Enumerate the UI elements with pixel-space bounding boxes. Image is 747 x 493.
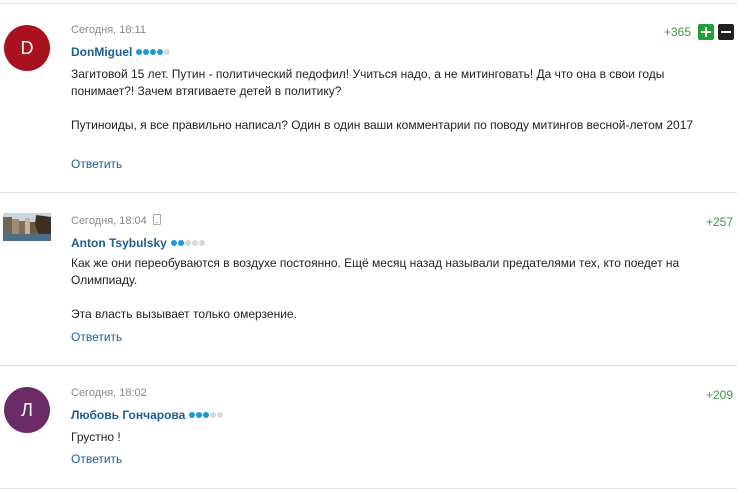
author-name[interactable]: Любовь Гончарова (71, 408, 185, 422)
score: +209 (706, 388, 734, 402)
reply-link[interactable]: Ответить (71, 452, 122, 466)
timestamp-text: Сегодня, 18:11 (71, 24, 146, 36)
comment-paragraph: Загитовой 15 лет. Путин - политический п… (71, 67, 665, 98)
rank-dot-filled (196, 412, 203, 418)
comment-item: Сегодня, 18:04 Anton Tsybulsky Как же он… (0, 193, 737, 366)
rank-dot-filled (170, 240, 177, 246)
avatar-letter: Л (21, 399, 33, 420)
rank-dot-filled (177, 240, 184, 246)
rank-dot-empty (164, 49, 171, 55)
rank-dot-filled (143, 49, 150, 55)
author-line: Любовь Гончарова (71, 407, 224, 422)
timestamp-text: Сегодня, 18:02 (71, 387, 147, 399)
comment-paragraph: Как же они переобуваются в воздухе посто… (71, 256, 680, 287)
rank-dot-empty (191, 240, 198, 246)
author-name[interactable]: Anton Tsybulsky (71, 236, 167, 250)
plus-icon[interactable] (698, 24, 714, 40)
score: +365 (664, 25, 692, 39)
rank-dots (170, 235, 206, 249)
comment-timestamp: Сегодня, 18:11 (71, 24, 146, 36)
reply-link[interactable]: Ответить (71, 330, 122, 344)
rank-dot-filled (189, 412, 196, 418)
rank-dots (136, 44, 171, 58)
comment-body: Грустно ! (71, 429, 721, 446)
comment-timestamp: Сегодня, 18:02 (71, 387, 147, 399)
comment-item: D Сегодня, 18:11 DonMiguel Загитовой 15 … (0, 0, 737, 193)
rank-dot-filled (136, 49, 143, 55)
rank-dots (189, 407, 224, 421)
rank-dot-empty (217, 412, 224, 418)
avatar[interactable]: D (4, 25, 50, 71)
author-line: DonMiguel (71, 44, 171, 59)
avatar[interactable] (3, 213, 51, 241)
comment-timestamp: Сегодня, 18:04 (71, 214, 161, 227)
comment-divider (0, 488, 737, 489)
comment-paragraph: Путиноиды, я все правильно написал? Один… (71, 118, 694, 132)
avatar[interactable]: Л (4, 387, 50, 433)
avatar-letter: D (20, 37, 34, 58)
rank-dot-filled (150, 49, 157, 55)
comment-item: Л Сегодня, 18:02 Любовь Гончарова Грустн… (0, 366, 737, 490)
mobile-phone-icon (152, 214, 161, 225)
rank-dot-empty (198, 240, 205, 246)
comment-paragraph: Эта власть вызывает только омерзение. (71, 307, 297, 321)
comment-body: Как же они переобуваются в воздухе посто… (71, 255, 721, 323)
rank-dot-filled (203, 412, 210, 418)
comment-paragraph: Грустно ! (71, 430, 121, 444)
minus-icon[interactable] (718, 24, 734, 40)
timestamp-text: Сегодня, 18:04 (71, 215, 147, 227)
comment-body: Загитовой 15 лет. Путин - политический п… (71, 66, 721, 134)
canal-photo (3, 213, 51, 241)
author-line: Anton Tsybulsky (71, 235, 206, 250)
score: +257 (706, 215, 734, 229)
author-name[interactable]: DonMiguel (71, 45, 132, 59)
reply-link[interactable]: Ответить (71, 157, 122, 171)
rank-dot-empty (210, 412, 217, 418)
rank-dot-empty (184, 240, 191, 246)
rank-dot-filled (157, 49, 164, 55)
